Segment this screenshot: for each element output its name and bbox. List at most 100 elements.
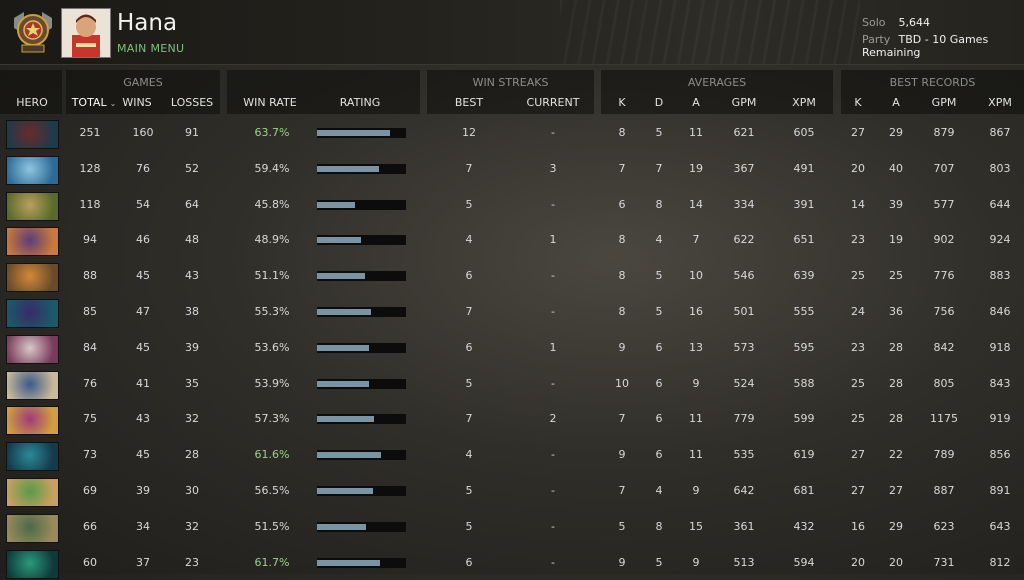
cell-avg-d: 7 [655, 161, 663, 175]
cell-avg-a: 11 [689, 412, 703, 426]
column-header-win-rate[interactable]: WIN RATE [238, 96, 302, 109]
cell-record-xpm: 891 [989, 484, 1011, 497]
cell-losses: 52 [185, 161, 199, 175]
hero-portrait-pale-witch-icon[interactable] [6, 334, 59, 364]
hero-portrait-red-hooded-icon[interactable] [6, 120, 59, 149]
cell-record-a: 36 [889, 305, 903, 318]
table-row[interactable]: 60 37 23 61.7% 6 - 9 5 9 513 594 20 20 731 812 [0, 544, 1024, 580]
cell-avg-xpm: 555 [793, 305, 815, 318]
cell-record-k: 14 [851, 197, 865, 211]
column-header-record-gpm[interactable]: GPM [926, 96, 962, 109]
cell-record-gpm: 879 [933, 126, 955, 139]
cell-streak-best: 12 [462, 126, 476, 139]
cell-avg-k: 9 [618, 555, 626, 569]
table-row[interactable]: 88 45 43 51.1% 6 - 8 5 10 546 639 25 25 776 883 [0, 257, 1024, 293]
table-row[interactable]: 85 47 38 55.3% 7-8 5 16 501 555 24 36 756 846 [0, 293, 1024, 329]
cell-avg-a: 9 [692, 555, 700, 569]
rating-bar [317, 307, 406, 317]
column-header-losses[interactable]: LOSSES [168, 96, 216, 109]
cell-win-rate: 53.6% [254, 340, 290, 354]
table-row[interactable]: 251 160 91 63.7% 12 - 8 5 11 621 605 27 29 879 867 [0, 114, 1024, 150]
table-row[interactable]: 76 41 35 53.9% 5 - 10 6 9 524 588 25 28 805 843 [0, 365, 1024, 401]
cell-record-xpm: 644 [989, 197, 1011, 211]
cell-streak-current: 1 [549, 233, 557, 247]
hero-portrait-ogre-brown-icon[interactable] [6, 191, 59, 221]
cell-losses: 28 [185, 448, 199, 462]
cell-record-xpm: 856 [989, 448, 1011, 462]
column-header-avg-a[interactable]: A [686, 96, 706, 109]
column-header-record-k[interactable]: K [848, 96, 868, 109]
cell-win-rate: 51.5% [254, 519, 290, 533]
hero-portrait-violet-shadow-icon[interactable] [6, 299, 59, 328]
table-row[interactable]: 128 76 52 59.4% 7 3 7 7 19 367 491 20 40 707 803 [0, 150, 1024, 186]
table-row[interactable]: 73 45 28 61.6% 4 - 9 6 11 535 619 27 22 789 856 [0, 436, 1024, 472]
cell-streak-current: - [551, 484, 555, 497]
column-header-rating[interactable]: RATING [330, 96, 390, 109]
cell-avg-gpm: 524 [733, 376, 755, 390]
cell-total: 94 [83, 233, 97, 247]
hero-portrait-teal-spirit-icon[interactable] [6, 442, 59, 472]
column-header-hero[interactable]: HERO [6, 96, 58, 109]
column-header-total[interactable]: TOTAL ⌄ [68, 96, 120, 109]
hero-portrait-purple-mage-icon[interactable] [6, 227, 59, 257]
column-header-avg-xpm[interactable]: XPM [786, 96, 822, 109]
group-title-best-records: BEST RECORDS [889, 76, 976, 89]
cell-win-rate: 48.9% [254, 233, 290, 247]
cell-avg-d: 6 [655, 340, 663, 354]
hero-portrait-ice-blue-icon[interactable] [6, 155, 59, 185]
column-header-record-xpm[interactable]: XPM [982, 96, 1018, 109]
cell-record-a: 29 [889, 126, 903, 139]
column-header-wins[interactable]: WINS [118, 96, 156, 109]
hero-portrait-emerald-phantom-icon[interactable] [6, 549, 59, 579]
cell-record-k: 20 [851, 555, 865, 569]
main-menu-link[interactable]: MAIN MENU [117, 42, 184, 55]
column-header-avg-k[interactable]: K [612, 96, 632, 109]
cell-record-gpm: 902 [933, 233, 955, 247]
rating-bar-fill [317, 416, 374, 423]
rating-bar-fill [317, 130, 390, 136]
cell-wins: 76 [136, 161, 150, 175]
table-row[interactable]: 69 39 30 56.5% 5 - 7 4 9 642 681 27 27 887 891 [0, 472, 1024, 508]
table-row[interactable]: 118 54 64 45.8% 5 - 6 8 14 334 391 14 39 577 644 [0, 186, 1024, 222]
cell-avg-k: 9 [618, 448, 626, 462]
cell-avg-d: 4 [655, 233, 663, 247]
cell-record-a: 39 [889, 197, 903, 211]
cell-streak-best: 7 [465, 161, 473, 175]
cell-avg-gpm: 367 [733, 161, 755, 175]
cell-record-a: 40 [889, 161, 903, 175]
column-header-best[interactable]: BEST [447, 96, 491, 109]
hero-portrait-blue-sorcerer-icon[interactable] [6, 370, 59, 400]
cell-avg-gpm: 361 [733, 519, 755, 533]
column-header-avg-gpm[interactable]: GPM [726, 96, 762, 109]
cell-avg-k: 6 [618, 197, 626, 211]
cell-avg-gpm: 779 [733, 412, 755, 426]
table-row[interactable]: 66 34 32 51.5% 5 - 5 8 15 361 432 16 29 623 643 [0, 508, 1024, 544]
cell-record-a: 28 [889, 376, 903, 390]
avatar[interactable] [61, 8, 111, 58]
cell-record-xpm: 919 [989, 412, 1011, 426]
cell-record-k: 23 [851, 340, 865, 354]
hero-portrait-armored-knight-icon[interactable] [6, 513, 59, 543]
hero-portrait-magenta-jester-icon[interactable] [6, 406, 59, 436]
table-row[interactable]: 75 43 32 57.3% 7 2 7 6 11 779 599 25 28 1175 919 [0, 400, 1024, 436]
sort-desc-icon: ⌄ [109, 99, 117, 108]
table-row[interactable]: 94 46 48 48.9% 4 1 8 4 7 622 651 23 19 902 924 [0, 221, 1024, 257]
rating-bar-fill [317, 237, 361, 244]
column-header-avg-d[interactable]: D [649, 96, 669, 109]
group-title-games: GAMES [123, 76, 163, 89]
column-header-record-a[interactable]: A [886, 96, 906, 109]
cell-losses: 32 [185, 519, 199, 533]
cell-streak-best: 5 [465, 376, 473, 390]
cell-record-a: 27 [889, 484, 903, 497]
cell-record-a: 19 [889, 233, 903, 247]
rating-bar [317, 557, 406, 568]
rating-bar-fill [317, 344, 369, 351]
cell-wins: 45 [136, 269, 150, 283]
table-row[interactable]: 84 45 39 53.6% 6 1 9 6 13 573 595 23 28 842 918 [0, 329, 1024, 365]
rating-bar [317, 342, 406, 353]
column-header-current[interactable]: CURRENT [522, 96, 584, 109]
hero-portrait-green-beast-icon[interactable] [6, 478, 59, 507]
cell-avg-k: 8 [618, 126, 626, 139]
hero-portrait-orange-gunner-icon[interactable] [6, 263, 59, 293]
rating-bar-fill [317, 488, 374, 494]
